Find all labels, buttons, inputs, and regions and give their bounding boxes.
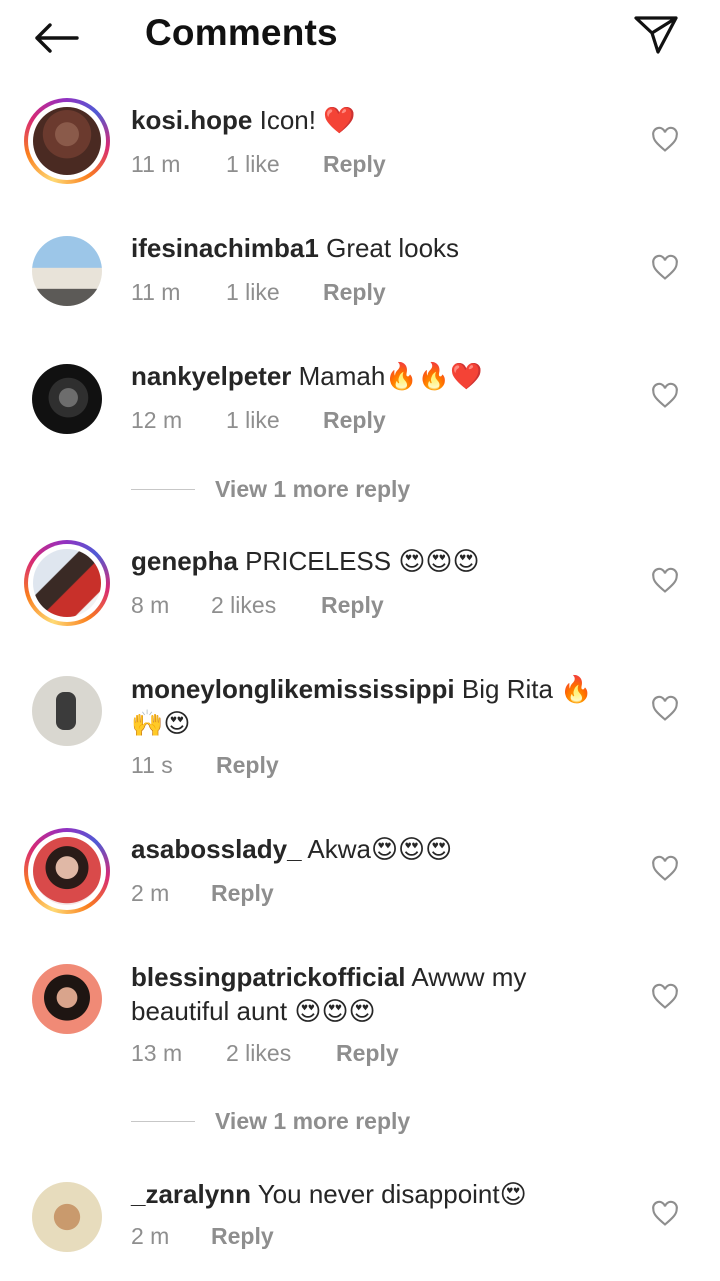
comment-time: 11 m bbox=[131, 151, 181, 177]
comment-username[interactable]: genepha bbox=[131, 546, 238, 576]
heart-icon[interactable] bbox=[651, 695, 679, 723]
comment-text: Icon! ❤️ bbox=[259, 105, 356, 135]
view-more-replies[interactable]: View 1 more reply bbox=[131, 476, 410, 503]
avatar[interactable] bbox=[24, 98, 110, 184]
comment-item: ifesinachimba1 Great looks 11 m 1 like R… bbox=[0, 228, 720, 348]
comment-text: You never disappoint😍 bbox=[257, 1179, 527, 1209]
divider bbox=[131, 489, 195, 490]
heart-icon[interactable] bbox=[651, 983, 679, 1011]
comment-meta: 11 m 1 like Reply bbox=[131, 151, 386, 178]
heart-icon[interactable] bbox=[651, 567, 679, 595]
comment-time: 2 m bbox=[131, 1223, 170, 1249]
comment-text: Akwa😍😍😍 bbox=[307, 834, 453, 864]
heart-icon[interactable] bbox=[651, 254, 679, 282]
avatar[interactable] bbox=[24, 828, 110, 914]
reply-button[interactable]: Reply bbox=[323, 151, 386, 178]
heart-icon[interactable] bbox=[651, 126, 679, 154]
share-button[interactable] bbox=[630, 12, 682, 58]
comment-item: nankyelpeter Mamah🔥🔥❤️ 12 m 1 like Reply… bbox=[0, 356, 720, 516]
view-more-label: View 1 more reply bbox=[215, 476, 411, 502]
reply-button[interactable]: Reply bbox=[211, 880, 274, 907]
reply-button[interactable]: Reply bbox=[216, 752, 279, 779]
comment-time: 11 s bbox=[131, 752, 173, 778]
comment-username[interactable]: moneylonglikemississippi bbox=[131, 674, 455, 704]
avatar[interactable] bbox=[24, 956, 110, 1042]
reply-button[interactable]: Reply bbox=[323, 279, 386, 306]
reply-button[interactable]: Reply bbox=[211, 1223, 274, 1250]
reply-button[interactable]: Reply bbox=[336, 1040, 399, 1067]
comment-username[interactable]: ifesinachimba1 bbox=[131, 233, 319, 263]
comment-meta: 2 m Reply bbox=[131, 1223, 274, 1250]
arrow-left-icon bbox=[35, 23, 79, 53]
comment-time: 13 m bbox=[131, 1040, 183, 1066]
comment-username[interactable]: nankyelpeter bbox=[131, 361, 291, 391]
avatar[interactable] bbox=[24, 228, 110, 314]
comment-item: _zaralynn You never disappoint😍 2 m Repl… bbox=[0, 1174, 720, 1274]
comment-likes[interactable]: 1 like bbox=[226, 407, 323, 434]
page-title: Comments bbox=[145, 12, 338, 53]
comment-item: asabosslady_ Akwa😍😍😍 2 m Reply bbox=[0, 828, 720, 948]
comment-likes[interactable]: 1 like bbox=[226, 279, 323, 306]
comment-item: moneylonglikemississippi Big Rita 🔥🙌😍 11… bbox=[0, 668, 720, 808]
comment-meta: 13 m 2 likes Reply bbox=[131, 1040, 399, 1067]
comment-username[interactable]: _zaralynn bbox=[131, 1179, 251, 1209]
comment-time: 12 m bbox=[131, 407, 183, 433]
comment-time: 8 m bbox=[131, 592, 170, 618]
back-button[interactable] bbox=[30, 16, 82, 60]
avatar[interactable] bbox=[24, 668, 110, 754]
comment-time: 2 m bbox=[131, 880, 170, 906]
avatar[interactable] bbox=[24, 1174, 110, 1260]
comment-meta: 11 s Reply bbox=[131, 752, 279, 779]
comment-meta: 2 m Reply bbox=[131, 880, 274, 907]
comment-item: kosi.hope Icon! ❤️ 11 m 1 like Reply bbox=[0, 98, 720, 218]
comment-text: PRICELESS 😍😍😍 bbox=[245, 546, 480, 576]
comment-meta: 8 m 2 likes Reply bbox=[131, 592, 384, 619]
divider bbox=[131, 1121, 195, 1122]
heart-icon[interactable] bbox=[651, 855, 679, 883]
comment-item: genepha PRICELESS 😍😍😍 8 m 2 likes Reply bbox=[0, 540, 720, 660]
comment-username[interactable]: asabosslady_ bbox=[131, 834, 302, 864]
comment-text: Mamah🔥🔥❤️ bbox=[298, 361, 483, 391]
view-more-replies[interactable]: View 1 more reply bbox=[131, 1108, 410, 1135]
comment-likes[interactable]: 2 likes bbox=[211, 592, 321, 619]
comment-meta: 11 m 1 like Reply bbox=[131, 279, 386, 306]
avatar[interactable] bbox=[24, 540, 110, 626]
paper-plane-icon bbox=[634, 16, 678, 54]
avatar[interactable] bbox=[24, 356, 110, 442]
comment-username[interactable]: kosi.hope bbox=[131, 105, 252, 135]
view-more-label: View 1 more reply bbox=[215, 1108, 411, 1134]
comment-likes[interactable]: 2 likes bbox=[226, 1040, 336, 1067]
comment-meta: 12 m 1 like Reply bbox=[131, 407, 386, 434]
comment-likes[interactable]: 1 like bbox=[226, 151, 323, 178]
comment-username[interactable]: blessingpatrickofficial bbox=[131, 962, 406, 992]
heart-icon[interactable] bbox=[651, 382, 679, 410]
comment-text: Great looks bbox=[326, 233, 460, 263]
comment-time: 11 m bbox=[131, 279, 181, 305]
comment-item: blessingpatrickofficial Awww my beautifu… bbox=[0, 956, 720, 1146]
heart-icon[interactable] bbox=[651, 1200, 679, 1228]
top-bar: Comments bbox=[0, 0, 720, 72]
reply-button[interactable]: Reply bbox=[321, 592, 384, 619]
reply-button[interactable]: Reply bbox=[323, 407, 386, 434]
